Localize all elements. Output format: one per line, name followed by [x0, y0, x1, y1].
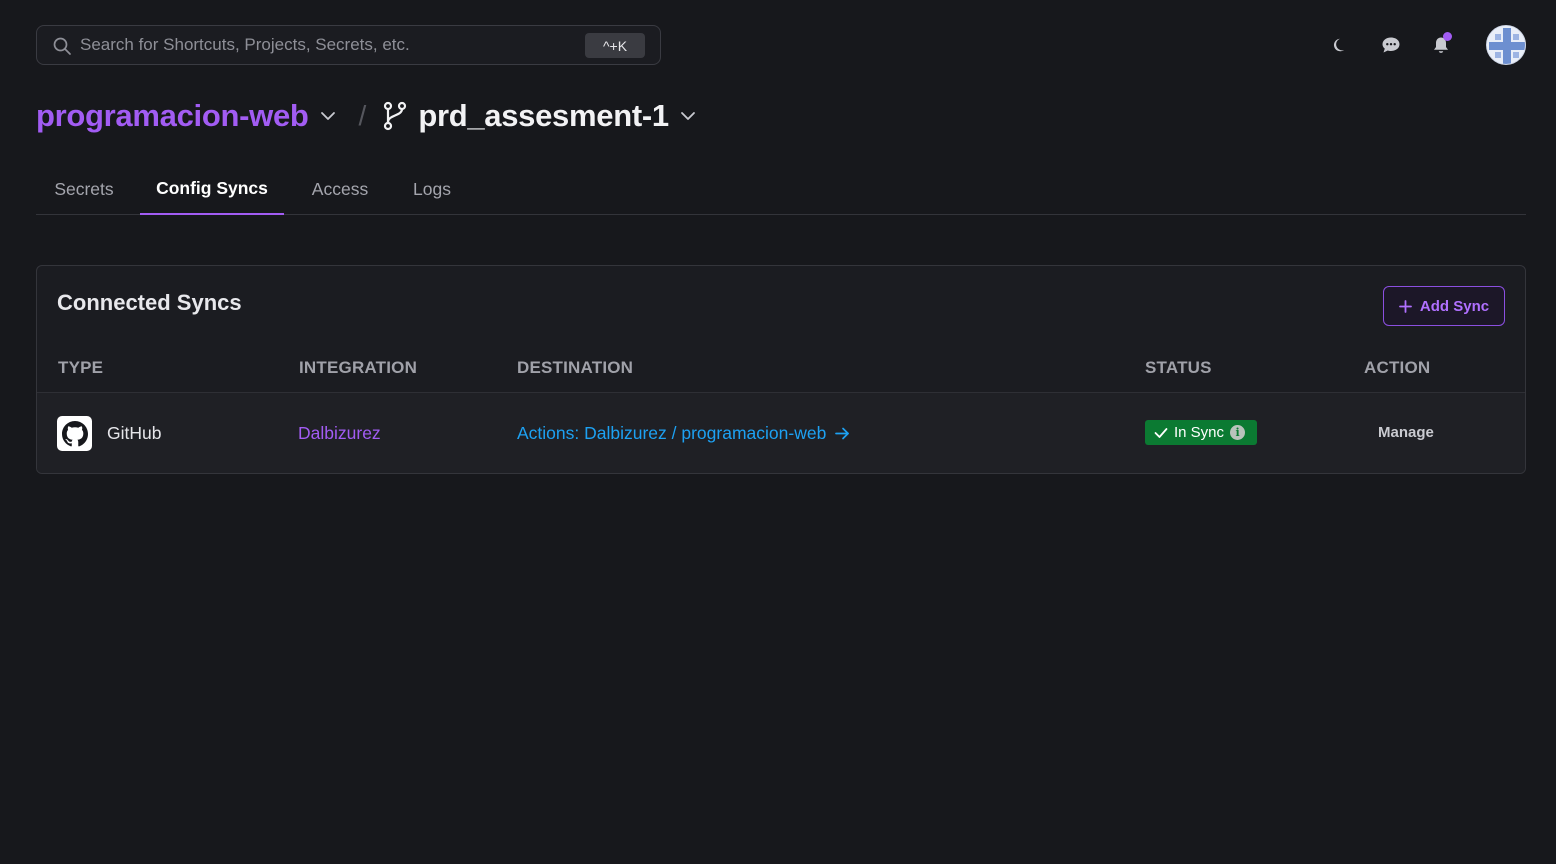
table-row: GitHub Dalbizurez Actions: Dalbizurez / …	[37, 392, 1525, 473]
search-input[interactable]	[80, 26, 570, 64]
check-icon	[1154, 427, 1168, 438]
tab-config-syncs[interactable]: Config Syncs	[140, 164, 284, 215]
integration-link[interactable]: Dalbizurez	[298, 423, 381, 444]
tab-access[interactable]: Access	[308, 164, 372, 215]
info-icon[interactable]: i	[1230, 425, 1246, 440]
theme-toggle-button[interactable]	[1326, 30, 1356, 60]
project-name[interactable]: programacion-web	[36, 98, 309, 134]
status-badge: In Sync i	[1145, 420, 1258, 445]
sync-type-label: GitHub	[107, 423, 162, 443]
chevron-down-icon[interactable]	[319, 107, 337, 125]
plus-icon	[1399, 299, 1412, 313]
search-icon	[53, 37, 71, 55]
git-branch-icon	[384, 101, 407, 131]
status-label: In Sync	[1174, 424, 1225, 441]
tab-secrets[interactable]: Secrets	[52, 164, 116, 215]
breadcrumb-separator: /	[358, 100, 367, 131]
destination-link[interactable]: Actions: Dalbizurez / programacion-web	[517, 423, 850, 444]
github-icon	[57, 416, 92, 451]
card-title: Connected Syncs	[57, 290, 242, 315]
environment-name[interactable]: prd_assesment-1	[418, 98, 669, 134]
chevron-down-icon[interactable]	[679, 107, 697, 125]
chat-icon	[1382, 37, 1400, 53]
moon-icon	[1333, 38, 1345, 52]
column-header-integration: INTEGRATION	[299, 358, 418, 377]
manage-button[interactable]: Manage	[1378, 424, 1434, 441]
destination-label: Actions: Dalbizurez / programacion-web	[517, 423, 827, 443]
tab-logs[interactable]: Logs	[410, 164, 454, 215]
top-bar: ^+K	[0, 0, 1556, 90]
column-header-status: STATUS	[1145, 358, 1212, 377]
avatar-pattern-icon	[1487, 26, 1525, 64]
search-bar[interactable]: ^+K	[36, 25, 661, 65]
connected-syncs-card: Connected Syncs Add Sync TYPE INTEGRATIO…	[36, 265, 1526, 474]
avatar[interactable]	[1486, 25, 1526, 65]
column-header-destination: DESTINATION	[517, 358, 634, 377]
add-sync-button[interactable]: Add Sync	[1383, 286, 1505, 326]
column-header-type: TYPE	[58, 358, 104, 377]
chat-button[interactable]	[1376, 30, 1406, 60]
add-sync-label: Add Sync	[1419, 297, 1490, 315]
tab-bar: Secrets Config Syncs Access Logs	[36, 164, 1526, 215]
column-header-action: ACTION	[1364, 358, 1431, 377]
arrow-right-icon	[835, 427, 850, 440]
notification-dot	[1443, 32, 1452, 41]
shortcut-badge: ^+K	[585, 33, 645, 58]
breadcrumb: programacion-web / prd_assesment-1	[36, 94, 697, 138]
